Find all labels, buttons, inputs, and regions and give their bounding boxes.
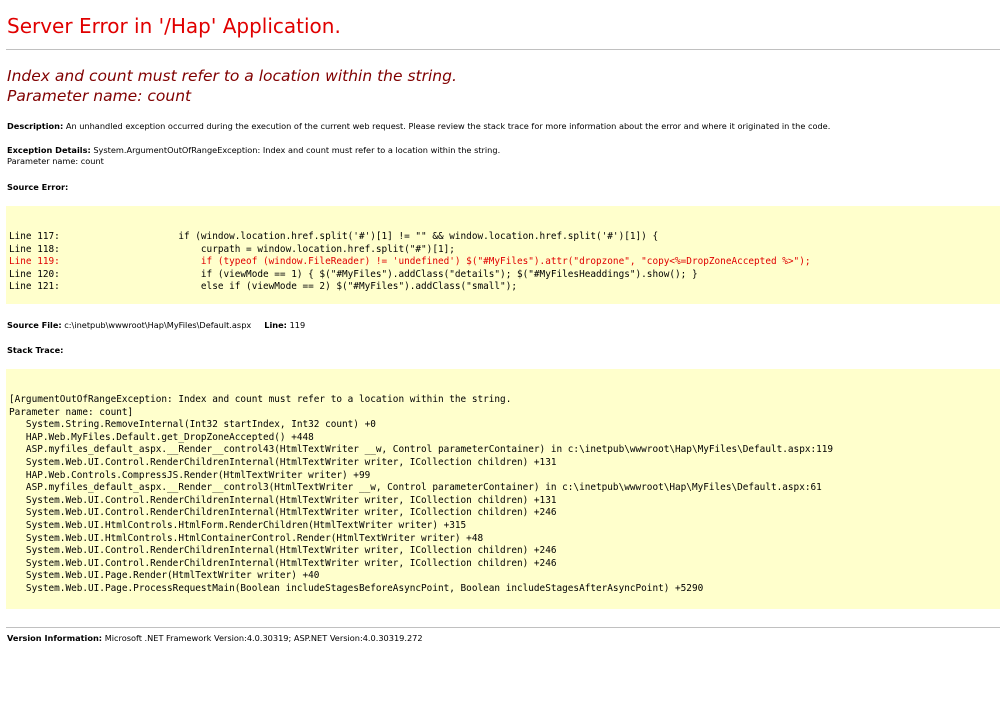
code-line: System.Web.UI.Page.ProcessRequestMain(Bo…: [9, 582, 704, 594]
exception-details-param: Parameter name: count: [7, 156, 104, 166]
description-label: Description:: [7, 121, 64, 131]
exception-details: Exception Details: System.ArgumentOutOfR…: [7, 145, 500, 167]
source-error-heading: Source Error:: [7, 182, 68, 193]
error-message-line2: Parameter name: count: [7, 87, 192, 105]
code-line: System.Web.UI.Control.RenderChildrenInte…: [9, 456, 557, 468]
code-line: Parameter name: count]: [9, 406, 134, 418]
code-line: HAP.Web.Controls.CompressJS.Render(HtmlT…: [9, 469, 371, 481]
code-line: Line 121: else if (viewMode == 2) $("#My…: [9, 281, 517, 293]
code-line: [ArgumentOutOfRangeException: Index and …: [9, 394, 512, 405]
stack-trace-label: Stack Trace:: [7, 345, 64, 355]
code-line: System.Web.UI.Control.RenderChildrenInte…: [9, 545, 557, 557]
source-file-info: Source File: c:\inetpub\wwwroot\Hap\MyFi…: [7, 320, 305, 331]
line-label: Line:: [264, 320, 287, 330]
footer-divider: [6, 627, 1000, 628]
code-line: System.Web.UI.Page.Render(HtmlTextWriter…: [9, 570, 320, 582]
code-line: ASP.myfiles_default_aspx.__Render__contr…: [9, 444, 834, 456]
code-line: Line 120: if (viewMode == 1) { $("#MyFil…: [9, 268, 698, 280]
code-line: System.String.RemoveInternal(Int32 start…: [9, 419, 376, 431]
version-info: Version Information: Microsoft .NET Fram…: [7, 633, 423, 644]
code-line: System.Web.UI.HtmlControls.HtmlContainer…: [9, 532, 484, 544]
description-text: An unhandled exception occurred during t…: [65, 121, 831, 131]
error-message: Index and count must refer to a location…: [7, 66, 457, 106]
code-line: System.Web.UI.Control.RenderChildrenInte…: [9, 557, 557, 569]
source-file-path: c:\inetpub\wwwroot\Hap\MyFiles\Default.a…: [64, 320, 252, 330]
code-line: Line 117: if (window.location.href.split…: [9, 231, 659, 242]
code-line: System.Web.UI.Control.RenderChildrenInte…: [9, 494, 557, 506]
code-line: HAP.Web.MyFiles.Default.get_DropZoneAcce…: [9, 431, 314, 443]
source-file-label: Source File:: [7, 320, 62, 330]
source-code: Line 117: if (window.location.href.split…: [9, 231, 810, 294]
code-line: Line 118: curpath = window.location.href…: [9, 243, 455, 255]
code-line: ASP.myfiles_default_aspx.__Render__contr…: [9, 482, 822, 494]
stack-trace-box: [ArgumentOutOfRangeException: Index and …: [6, 369, 1000, 609]
line-number: 119: [289, 320, 306, 330]
source-error-box: Line 117: if (window.location.href.split…: [6, 206, 1000, 304]
version-info-text: Microsoft .NET Framework Version:4.0.303…: [104, 633, 423, 643]
code-line: System.Web.UI.Control.RenderChildrenInte…: [9, 507, 557, 519]
title-divider: [6, 49, 1000, 50]
exception-details-text: System.ArgumentOutOfRangeException: Inde…: [93, 145, 501, 155]
page-title: Server Error in '/Hap' Application.: [7, 14, 341, 38]
stack-trace-code: [ArgumentOutOfRangeException: Index and …: [9, 394, 833, 596]
source-error-label: Source Error:: [7, 182, 69, 192]
code-line: System.Web.UI.HtmlControls.HtmlForm.Rend…: [9, 519, 467, 531]
description: Description: An unhandled exception occu…: [7, 121, 830, 132]
source-line-highlighted: Line 119: if (typeof (window.FileReader)…: [9, 256, 811, 268]
error-message-line1: Index and count must refer to a location…: [7, 67, 457, 85]
exception-details-label: Exception Details:: [7, 145, 91, 155]
stack-trace-heading: Stack Trace:: [7, 345, 63, 356]
version-info-label: Version Information:: [7, 633, 103, 643]
